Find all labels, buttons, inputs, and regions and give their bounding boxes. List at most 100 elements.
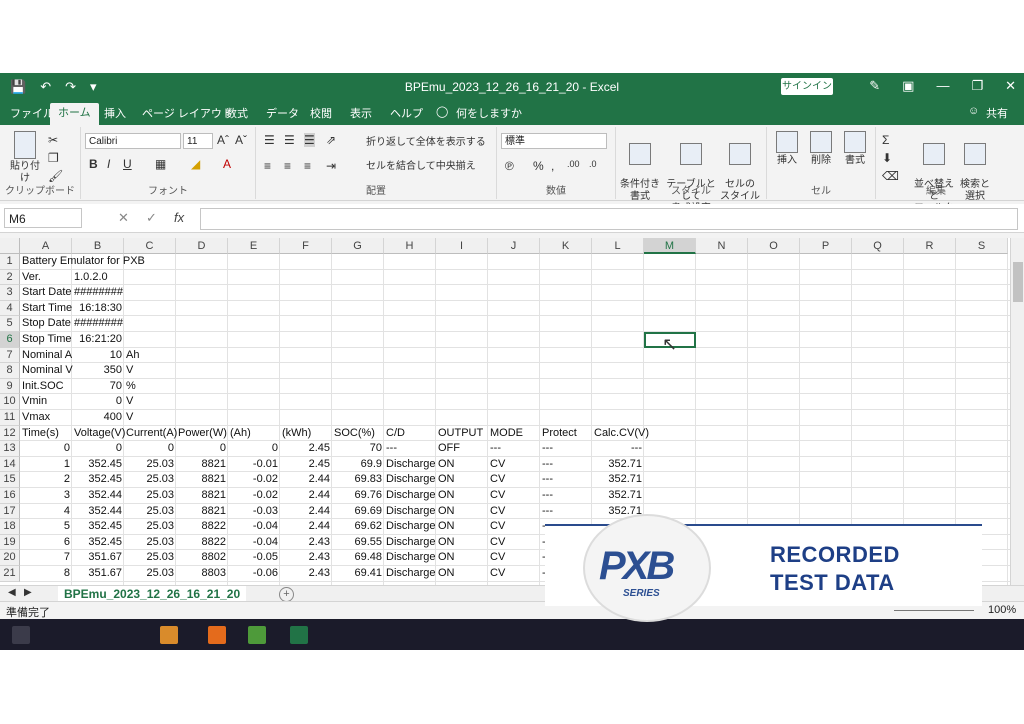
shrink-font-icon[interactable]: Aˇ [235,133,247,147]
cell[interactable]: V [124,363,176,378]
cell[interactable]: OFF [436,441,488,456]
cell[interactable]: 8821 [176,504,228,519]
row-header[interactable]: 12 [0,425,20,442]
fill-color-icon[interactable]: ◢ [191,157,200,171]
signin-button[interactable]: サインイン [781,78,833,95]
tab-help[interactable]: ヘルプ [390,105,423,121]
cell[interactable]: CV [488,472,540,487]
column-header[interactable]: L [592,238,644,254]
cell[interactable]: -0.04 [228,535,280,550]
row-header[interactable]: 5 [0,316,20,332]
column-header[interactable]: E [228,238,280,254]
row-header[interactable]: 9 [0,378,20,395]
cell[interactable]: 1.0.2.0 [72,270,124,285]
cell[interactable]: Current(A) [124,426,177,441]
cell[interactable]: 2.44 [280,519,332,534]
align-top-icon[interactable]: ☰ [264,133,275,147]
cell[interactable]: 25.03 [124,488,176,503]
cell[interactable]: Discharge [384,488,436,503]
cell[interactable]: CV [488,488,540,503]
tab-formulas[interactable]: 数式 [226,105,248,121]
cell[interactable]: 69.69 [332,504,384,519]
cell[interactable]: Voltage(V) [72,426,125,441]
row-header[interactable]: 21 [0,566,20,582]
format-painter-icon[interactable]: 🖌 [48,169,63,183]
cell[interactable]: 352.71 [592,457,644,472]
tab-file[interactable]: ファイル [10,105,54,121]
cell[interactable]: 16:18:30 [72,301,124,316]
cell[interactable]: 352.71 [592,488,644,503]
cell[interactable]: Ah [124,348,176,363]
row-header[interactable]: 10 [0,394,20,410]
cell[interactable]: 25.03 [124,472,176,487]
close-icon[interactable]: ✕ [1005,78,1016,94]
cell[interactable]: 8822 [176,535,228,550]
align-center-icon[interactable]: ≡ [284,159,291,173]
cell[interactable]: 2.45 [280,441,332,456]
cell[interactable]: CV [488,535,540,550]
cell[interactable]: Stop Time [20,332,72,347]
cell[interactable]: ######## [72,285,124,300]
zoom-slider[interactable] [894,610,974,611]
tab-data[interactable]: データ [266,105,299,121]
decrease-decimal-icon[interactable]: .0 [589,159,597,169]
cell[interactable]: 350 [72,363,124,378]
column-header[interactable]: R [904,238,956,254]
cell[interactable]: 7 [20,550,72,565]
cell[interactable]: 352.45 [72,472,124,487]
insert-function-button[interactable]: fx [174,210,184,225]
cell[interactable]: 16:21:20 [72,332,124,347]
cell[interactable]: SOC(%) [332,426,384,441]
cell[interactable]: 2.43 [280,566,332,581]
wrap-text-button[interactable]: 折り返して全体を表示する [366,137,486,149]
font-color-icon[interactable]: A [223,157,231,171]
cell[interactable]: 5 [20,519,72,534]
italic-button[interactable]: I [107,157,110,171]
tab-home[interactable]: ホーム [50,103,99,125]
cancel-icon[interactable]: ✕ [118,210,129,226]
cell[interactable]: 8821 [176,488,228,503]
cell[interactable]: -0.01 [228,457,280,472]
cell[interactable]: Discharge [384,504,436,519]
cell[interactable]: 0 [72,441,124,456]
row-header[interactable]: 8 [0,363,20,379]
column-header[interactable]: I [436,238,488,254]
cell[interactable]: 8821 [176,457,228,472]
merge-center-button[interactable]: セルを結合して中央揃え [366,161,476,173]
cell[interactable]: Init.SOC [20,379,72,394]
cell[interactable]: C/D [384,426,436,441]
delete-cells-button[interactable]: 削除 [805,131,837,167]
cell[interactable]: 1 [20,457,72,472]
format-cells-button[interactable]: 書式 [839,131,871,167]
pen-icon[interactable]: ✎ [869,78,880,94]
cell[interactable]: CV [488,519,540,534]
cell[interactable]: --- [540,472,592,487]
cut-icon[interactable]: ✂ [48,133,58,147]
cell[interactable]: 352.71 [592,472,644,487]
cell[interactable]: 8 [20,566,72,581]
cell[interactable]: Discharge [384,472,436,487]
row-header[interactable]: 14 [0,456,20,473]
cell[interactable]: Discharge [384,550,436,565]
cell[interactable]: 8803 [176,566,228,581]
cell[interactable]: 351.67 [72,566,124,581]
border-icon[interactable]: ▦ [155,157,166,171]
orientation-icon[interactable]: ⇗ [326,133,336,147]
cell[interactable]: (kWh) [280,426,332,441]
cell[interactable]: CV [488,566,540,581]
cell[interactable]: 0 [124,441,176,456]
autosum-icon[interactable]: Σ [882,133,889,147]
cell[interactable]: 70 [72,379,124,394]
cell[interactable]: -0.05 [228,550,280,565]
prev-sheet-icon[interactable]: ◀ [8,587,16,598]
cell[interactable]: --- [540,457,592,472]
cell[interactable]: Battery Emulator for PXB [20,254,145,269]
cell[interactable]: -0.02 [228,488,280,503]
restore-icon[interactable]: ❐ [971,78,983,94]
cell[interactable]: Vmin [20,394,72,409]
row-header[interactable]: 6 [0,332,20,348]
cell[interactable]: 4 [20,504,72,519]
cell[interactable]: V [124,410,176,425]
cell[interactable]: ######## [72,316,124,331]
tell-me-box[interactable]: 何をしますか [456,105,522,121]
